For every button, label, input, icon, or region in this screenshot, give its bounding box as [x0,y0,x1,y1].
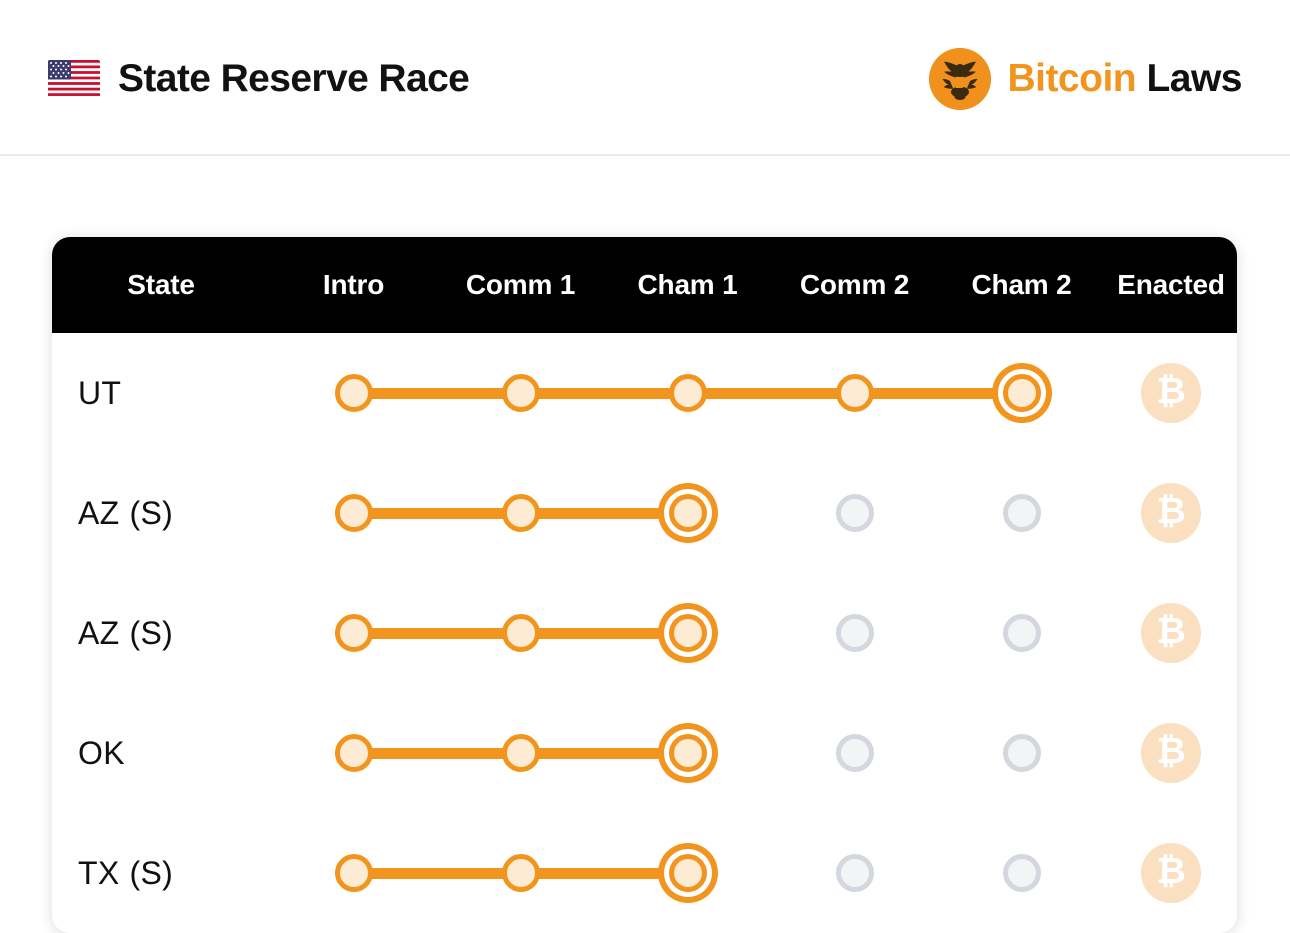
bitcoin-badge-icon: ₿ [1141,723,1201,783]
state-abbrev: UT [78,374,122,411]
stage-cell-cham-2[interactable] [938,693,1105,813]
stage-node-done[interactable] [501,854,540,892]
stage-node-current[interactable] [668,614,707,652]
table-row[interactable]: AZ (S) ₿ [52,573,1237,693]
state-abbrev: OK [78,734,125,771]
stage-node-done[interactable] [668,374,707,412]
stage-node-current[interactable] [668,734,707,772]
column-header-enacted: Enacted [1117,269,1225,300]
column-header-comm-1: Comm 1 [465,269,576,300]
table-header-row: State Intro Comm 1 Cham 1 Comm 2 Cham 2 … [52,237,1237,333]
enacted-cell[interactable]: ₿ [1105,333,1237,453]
enacted-cell[interactable]: ₿ [1105,813,1237,933]
stage-cell-comm-2[interactable] [771,453,938,573]
enacted-cell[interactable]: ₿ [1105,453,1237,573]
table-row[interactable]: UT ₿ [52,333,1237,453]
state-chamber-suffix: (S) [129,494,174,531]
stage-cell-cham-2[interactable] [938,573,1105,693]
stage-node-done[interactable] [334,614,373,652]
stage-node-current[interactable] [1002,374,1041,412]
stage-connector [353,388,521,399]
stage-node-current[interactable] [668,494,707,532]
page-header: State Reserve Race B Bitcoin Laws [0,0,1290,156]
stage-cell-intro[interactable] [270,453,521,573]
stage-node-empty[interactable] [835,494,874,532]
state-abbrev: AZ [78,494,120,531]
bitcoin-badge-icon: ₿ [1141,363,1201,423]
column-header-intro: Intro [322,269,385,300]
stage-cell-cham-2[interactable] [938,453,1105,573]
state-label: AZ (S) [52,615,270,652]
brand-group[interactable]: B Bitcoin Laws [929,48,1242,110]
title-group: State Reserve Race [48,57,470,101]
stage-node-empty[interactable] [835,854,874,892]
svg-text:B: B [955,74,966,92]
enacted-cell[interactable]: ₿ [1105,693,1237,813]
stage-cell-cham-2[interactable] [938,813,1105,933]
stage-connector [353,628,521,639]
bitcoin-badge-icon: ₿ [1141,843,1201,903]
state-abbrev: TX [78,854,120,891]
stage-cell-intro[interactable] [270,333,521,453]
stage-cell-comm-2[interactable] [771,693,938,813]
brand-name-primary: Bitcoin [1007,57,1137,100]
stage-node-empty[interactable] [1002,734,1041,772]
stage-connector [353,748,521,759]
stage-node-current[interactable] [668,854,707,892]
brand-wordmark: Bitcoin Laws [1007,57,1242,101]
bitcoin-badge-icon: ₿ [1141,603,1201,663]
stage-node-empty[interactable] [1002,614,1041,652]
us-flag-icon [48,60,100,98]
stage-node-done[interactable] [334,494,373,532]
column-header-state: State [127,269,195,300]
stage-cell-intro[interactable] [270,813,521,933]
stage-node-done[interactable] [501,734,540,772]
stage-node-done[interactable] [501,374,540,412]
stage-connector [854,388,1022,399]
table-row[interactable]: OK ₿ [52,693,1237,813]
state-label: UT [52,375,270,412]
stage-connector [520,388,688,399]
state-label: OK [52,735,270,772]
column-header-cham-2: Cham 2 [971,269,1072,300]
stage-connector [687,388,855,399]
stage-connector [520,748,688,759]
stage-cell-comm-2[interactable] [771,813,938,933]
column-header-comm-2: Comm 2 [799,269,910,300]
state-label: TX (S) [52,855,270,892]
stage-connector [353,868,521,879]
stage-node-done[interactable] [334,854,373,892]
table-row[interactable]: AZ (S) ₿ [52,453,1237,573]
stage-node-done[interactable] [501,614,540,652]
stage-connector [520,868,688,879]
page-title: State Reserve Race [118,57,470,100]
state-reserve-race-card: State Intro Comm 1 Cham 1 Comm 2 Cham 2 … [52,237,1237,933]
stage-cell-comm-2[interactable] [771,573,938,693]
stage-node-empty[interactable] [835,614,874,652]
stage-node-empty[interactable] [835,734,874,772]
stage-connector [520,628,688,639]
stage-cell-intro[interactable] [270,573,521,693]
eagle-seal-icon: B [929,48,992,110]
stage-node-done[interactable] [501,494,540,532]
stage-node-done[interactable] [835,374,874,412]
state-abbrev: AZ [78,614,120,651]
stage-connector [353,508,521,519]
table-body: UT ₿ AZ (S) ₿ AZ (S) ₿ OK ₿ TX (S) ₿ [52,333,1237,933]
enacted-cell[interactable]: ₿ [1105,573,1237,693]
stage-node-done[interactable] [334,734,373,772]
state-label: AZ (S) [52,495,270,532]
stage-connector [520,508,688,519]
stage-node-empty[interactable] [1002,494,1041,532]
stage-cell-intro[interactable] [270,693,521,813]
stage-node-done[interactable] [334,374,373,412]
brand-name-secondary: Laws [1146,57,1242,100]
table-row[interactable]: TX (S) ₿ [52,813,1237,933]
stage-node-empty[interactable] [1002,854,1041,892]
state-chamber-suffix: (S) [129,854,174,891]
bitcoin-badge-icon: ₿ [1141,483,1201,543]
state-chamber-suffix: (S) [129,614,174,651]
column-header-cham-1: Cham 1 [637,269,738,300]
